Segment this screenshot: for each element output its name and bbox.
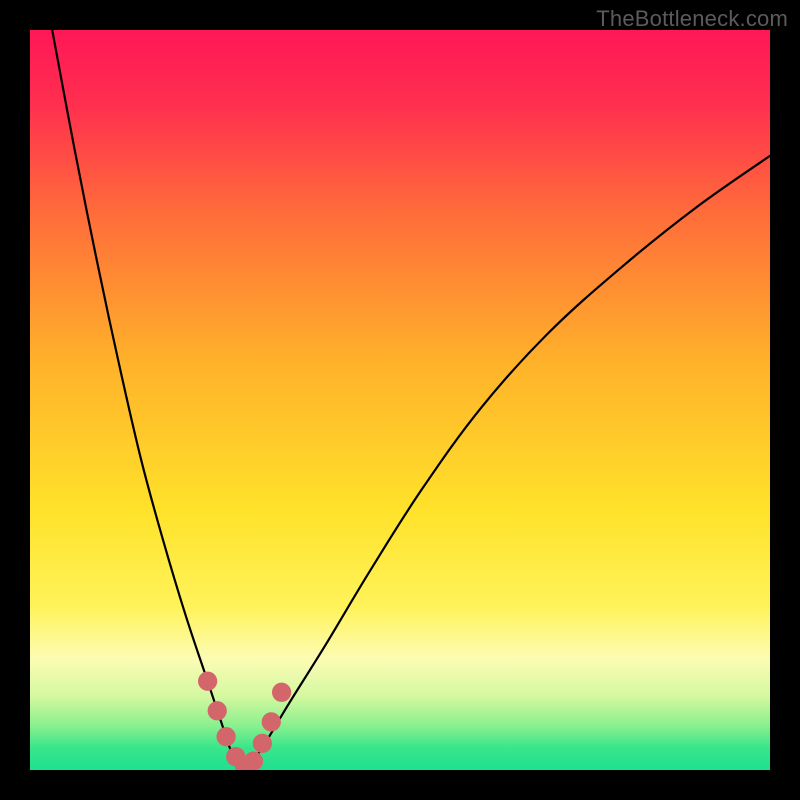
notch-bead bbox=[272, 683, 291, 702]
notch-bead bbox=[216, 727, 235, 746]
notch-bead bbox=[262, 712, 281, 731]
chart-frame: TheBottleneck.com bbox=[0, 0, 800, 800]
notch-bead bbox=[198, 672, 217, 691]
notch-bead bbox=[208, 701, 227, 720]
curve-layer bbox=[30, 30, 770, 770]
watermark-text: TheBottleneck.com bbox=[596, 6, 788, 32]
notch-beads bbox=[198, 672, 291, 770]
notch-bead bbox=[244, 752, 263, 771]
curve-right-branch bbox=[245, 156, 770, 770]
curve-left-branch bbox=[52, 30, 244, 770]
plot-area bbox=[30, 30, 770, 770]
notch-bead bbox=[253, 734, 272, 753]
